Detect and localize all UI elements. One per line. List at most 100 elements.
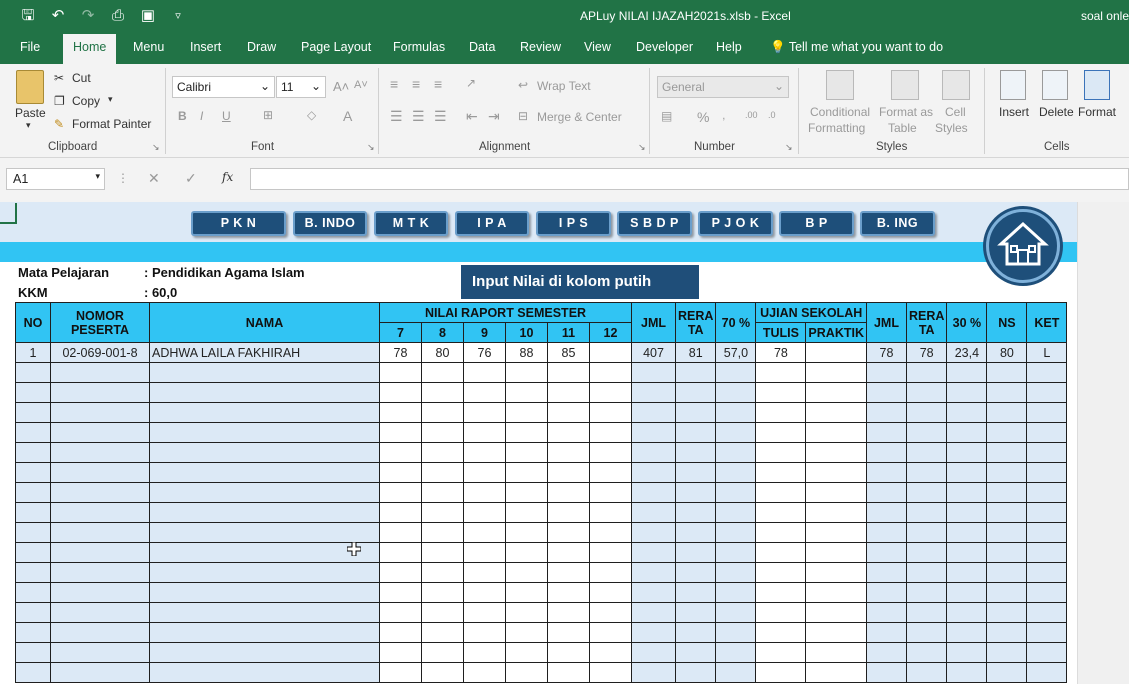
table-cell[interactable]: [379, 402, 422, 423]
copy-dropdown-icon[interactable]: ▾: [108, 94, 113, 105]
table-cell[interactable]: [379, 602, 422, 623]
table-cell[interactable]: [674, 542, 717, 563]
table-cell[interactable]: [505, 442, 548, 463]
table-cell[interactable]: [986, 542, 1028, 563]
table-cell[interactable]: [505, 382, 548, 403]
table-cell[interactable]: 88: [505, 342, 548, 363]
table-cell[interactable]: [805, 462, 867, 483]
table-cell[interactable]: [1026, 442, 1068, 463]
table-cell[interactable]: [547, 662, 590, 683]
table-cell[interactable]: [547, 402, 590, 423]
decrease-decimal-icon[interactable]: .0: [768, 110, 776, 120]
table-cell[interactable]: [946, 402, 988, 423]
table-cell[interactable]: [674, 462, 717, 483]
user-name[interactable]: soal onle: [1081, 9, 1129, 23]
currency-icon[interactable]: ▤: [661, 109, 672, 123]
table-cell[interactable]: [50, 602, 150, 623]
table-cell[interactable]: [946, 422, 988, 443]
table-cell[interactable]: [379, 642, 422, 663]
table-cell[interactable]: [379, 502, 422, 523]
table-cell[interactable]: [865, 542, 907, 563]
table-cell[interactable]: [149, 462, 380, 483]
table-cell[interactable]: [15, 522, 51, 543]
subject-button-pkn[interactable]: P K N: [191, 211, 286, 236]
table-cell[interactable]: 80: [986, 342, 1028, 363]
table-cell[interactable]: [946, 542, 988, 563]
table-cell[interactable]: 85: [547, 342, 590, 363]
table-cell[interactable]: [905, 562, 948, 583]
table-cell[interactable]: [905, 382, 948, 403]
table-cell[interactable]: [865, 462, 907, 483]
table-cell[interactable]: [50, 622, 150, 643]
table-cell[interactable]: [1026, 482, 1068, 503]
table-cell[interactable]: [631, 462, 676, 483]
table-cell[interactable]: [674, 402, 717, 423]
table-cell[interactable]: [946, 602, 988, 623]
table-cell[interactable]: [805, 442, 867, 463]
table-cell[interactable]: [865, 442, 907, 463]
table-cell[interactable]: [505, 522, 548, 543]
table-cell[interactable]: [905, 602, 948, 623]
align-bottom-icon[interactable]: ≡: [434, 76, 442, 92]
table-cell[interactable]: [1026, 422, 1068, 443]
table-cell[interactable]: [905, 462, 948, 483]
increase-font-icon[interactable]: A˄: [333, 79, 349, 94]
table-cell[interactable]: [589, 382, 632, 403]
table-cell[interactable]: [986, 382, 1028, 403]
table-cell[interactable]: [755, 422, 807, 443]
table-cell[interactable]: [674, 422, 717, 443]
table-cell[interactable]: [946, 582, 988, 603]
table-cell[interactable]: 78: [905, 342, 948, 363]
table-cell[interactable]: [149, 562, 380, 583]
table-cell[interactable]: 76: [463, 342, 506, 363]
table-cell[interactable]: [715, 602, 757, 623]
table-cell[interactable]: [547, 382, 590, 403]
table-cell[interactable]: [1026, 522, 1068, 543]
insert-button[interactable]: Insert: [999, 105, 1029, 119]
table-cell[interactable]: [547, 502, 590, 523]
table-cell[interactable]: [50, 562, 150, 583]
tab-draw[interactable]: Draw: [247, 40, 276, 54]
font-color-icon[interactable]: A: [343, 108, 352, 124]
table-cell[interactable]: [505, 542, 548, 563]
table-cell[interactable]: [1026, 602, 1068, 623]
table-cell[interactable]: [589, 562, 632, 583]
table-cell[interactable]: [379, 422, 422, 443]
table-cell[interactable]: [463, 522, 506, 543]
table-cell[interactable]: [149, 382, 380, 403]
table-cell[interactable]: [946, 502, 988, 523]
delete-button[interactable]: Delete: [1039, 105, 1074, 119]
table-cell[interactable]: [589, 522, 632, 543]
comma-icon[interactable]: ,: [720, 110, 725, 122]
percent-icon[interactable]: %: [697, 109, 709, 125]
copy-button[interactable]: Copy: [72, 94, 100, 108]
table-cell[interactable]: [674, 522, 717, 543]
table-cell[interactable]: [755, 462, 807, 483]
table-cell[interactable]: [1026, 382, 1068, 403]
table-cell[interactable]: [715, 622, 757, 643]
table-cell[interactable]: [715, 362, 757, 383]
table-cell[interactable]: [865, 402, 907, 423]
table-cell[interactable]: 23,4: [946, 342, 988, 363]
table-cell[interactable]: [631, 602, 676, 623]
table-cell[interactable]: [463, 462, 506, 483]
table-cell[interactable]: [589, 542, 632, 563]
table-cell[interactable]: [547, 642, 590, 663]
table-cell[interactable]: [865, 382, 907, 403]
table-cell[interactable]: [1026, 622, 1068, 643]
table-cell[interactable]: [986, 602, 1028, 623]
table-cell[interactable]: [946, 522, 988, 543]
table-cell[interactable]: [1026, 562, 1068, 583]
table-cell[interactable]: [421, 602, 464, 623]
worksheet[interactable]: P K N B. INDO M T K I P A I P S S B D P …: [0, 202, 1129, 684]
table-cell[interactable]: [674, 442, 717, 463]
table-cell[interactable]: [589, 602, 632, 623]
table-cell[interactable]: [805, 542, 867, 563]
table-cell[interactable]: [15, 622, 51, 643]
table-cell[interactable]: [755, 482, 807, 503]
table-cell[interactable]: [50, 502, 150, 523]
table-cell[interactable]: [986, 622, 1028, 643]
table-cell[interactable]: [149, 402, 380, 423]
tab-page-layout[interactable]: Page Layout: [301, 40, 371, 54]
table-cell[interactable]: [674, 642, 717, 663]
